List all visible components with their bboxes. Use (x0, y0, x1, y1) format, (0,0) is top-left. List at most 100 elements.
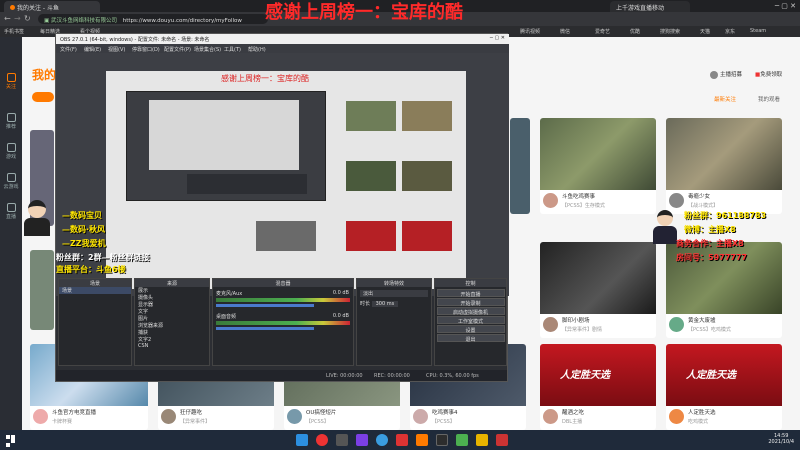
taskbar-app-icon[interactable] (436, 434, 448, 446)
avatar (543, 317, 558, 332)
volume-slider[interactable] (216, 304, 314, 307)
site-cert: 武汉斗鱼网络科技有限公司 (50, 18, 117, 24)
nav-label: 关注 (5, 84, 16, 90)
virtual-camera-button[interactable]: 启动虚拟摄像机 (436, 307, 505, 316)
stream-card[interactable]: 人定胜天选 人定胜天选 吃鸡模式 (666, 344, 782, 430)
sources-panel: 来源 展示 摄像头 显示器 文字 图片 浏览器来源 捕获 文字2 CSN (134, 278, 210, 366)
source-item[interactable]: 文字 (135, 308, 209, 315)
volume-slider[interactable] (216, 327, 314, 330)
bookmark-item[interactable]: 腾讯视频 (520, 28, 540, 35)
sources-header: 来源 (135, 279, 209, 287)
taskbar-app-icon[interactable] (316, 434, 328, 446)
anchor-recruit[interactable]: 主播招募 (710, 70, 742, 79)
studio-mode-button[interactable]: 工作室模式 (436, 316, 505, 325)
free-gift[interactable]: ■免费领取 (755, 70, 782, 78)
obs-window-controls[interactable]: ─ ▢ ✕ (490, 35, 505, 41)
stream-card[interactable]: 斗鱼吃鸡赛事【PCSS】生存模式 (540, 118, 656, 214)
duration-field[interactable]: 300 ms (371, 301, 399, 307)
bookmark-item[interactable]: 手机书签 (4, 28, 24, 35)
left-nav: 关注 推荐 游戏 云游戏 直播 (0, 37, 22, 430)
exit-button[interactable]: 退出 (436, 334, 505, 343)
stream-card[interactable] (30, 250, 54, 330)
transition-select[interactable]: 淡出 (360, 290, 428, 297)
windows-taskbar: 14:59 2021/10/4 (0, 430, 800, 450)
source-item[interactable]: 摄像头 (135, 294, 209, 301)
source-item[interactable]: 展示 (135, 287, 209, 294)
obs-statusbar: LIVE: 00:00:00 REC: 00:00:00 CPU: 0.3%, … (56, 370, 507, 381)
stream-card[interactable]: 脚印小剧场 【异常事件】剧情 (540, 242, 656, 338)
banner-text: 人定胜天选 (560, 370, 610, 381)
overlay-weibo: 微博：主播X8 (684, 225, 736, 234)
source-item[interactable]: 显示器 (135, 301, 209, 308)
source-item[interactable]: 图片 (135, 315, 209, 322)
bookmark-item[interactable]: Steam (750, 28, 766, 34)
scene-item[interactable]: 场景 (59, 287, 131, 294)
preview-canvas: 感谢上周榜一：宝库的酷 (106, 71, 466, 289)
start-recording-button[interactable]: 开始录制 (436, 298, 505, 307)
tab-latest-follow[interactable]: 最新关注 (714, 95, 736, 103)
menu-docks[interactable]: 停靠窗口(D) (132, 46, 160, 53)
card-meta: 醒酒之吃 DBL主播 (540, 406, 656, 430)
url-field[interactable]: ▣ 武汉斗鱼网络科技有限公司 https://www.douyu.com/dir… (38, 14, 268, 24)
menu-help[interactable]: 帮助(H) (248, 46, 266, 53)
stream-card[interactable]: 人定胜天选 醒酒之吃 DBL主播 (540, 344, 656, 430)
browser-tab-myfollow[interactable]: 我的关注 - 斗鱼 (4, 1, 100, 12)
taskbar-app-icon[interactable] (376, 434, 388, 446)
obs-title-text: OBS 27.0.1 (64-bit, windows) - 配置文件: 未命名… (60, 37, 210, 43)
settings-button[interactable]: 设置 (436, 325, 505, 334)
taskbar-clock[interactable]: 14:59 2021/10/4 (768, 433, 794, 445)
nav-item-recommend[interactable]: 推荐 (0, 109, 22, 135)
nav-item-cloudgame[interactable]: 云游戏 (0, 169, 22, 195)
taskbar-app-icon[interactable] (336, 434, 348, 446)
forward-icon[interactable]: → (14, 14, 21, 23)
taskbar-app-icon[interactable] (296, 434, 308, 446)
track-level: 0.0 dB (332, 313, 349, 319)
taskbar-app-icon[interactable] (456, 434, 468, 446)
mixer-header: 混音器 (213, 279, 353, 287)
card-subtitle: 【PCSS】生存模式 (562, 203, 605, 209)
taskbar-app-icon[interactable] (356, 434, 368, 446)
bookmark-item[interactable]: 搜狗搜索 (660, 28, 680, 35)
nav-item-live[interactable]: 直播 (0, 199, 22, 225)
bookmark-item[interactable]: 爱奇艺 (595, 28, 610, 35)
preview-thumb (346, 101, 396, 131)
cpu-status: CPU: 0.3%, 60.00 fps (426, 373, 479, 379)
bookmark-item[interactable]: 微信 (560, 28, 570, 35)
tab-history[interactable]: 我的观看 (758, 95, 780, 103)
menu-edit[interactable]: 编辑(E) (84, 46, 101, 53)
bookmark-item[interactable]: 天猫 (700, 28, 710, 35)
source-item[interactable]: CSN (135, 343, 209, 350)
overlay-left-line: 直播平台：斗鱼6楼 (56, 265, 126, 274)
bookmark-item[interactable]: 优酷 (630, 28, 640, 35)
stream-card[interactable]: 毒瘾少女 【战斗模式】 (666, 118, 782, 214)
mixer-track: 桌面音频 0.0 dB (213, 313, 353, 320)
browser-tab-2[interactable]: 上千游戏直播移动 (610, 1, 690, 12)
menu-view[interactable]: 视图(V) (108, 46, 125, 53)
filter-pill[interactable] (32, 92, 54, 102)
nested-mixer (187, 174, 307, 194)
windows-start-icon[interactable] (6, 435, 16, 447)
reload-icon[interactable]: ↻ (24, 14, 31, 23)
start-streaming-button[interactable]: 开始直播 (436, 289, 505, 298)
card-title: 黄金大废墟 (688, 318, 716, 324)
avatar (669, 193, 684, 208)
taskbar-app-icon[interactable] (496, 434, 508, 446)
menu-file[interactable]: 文件(F) (60, 46, 77, 53)
nav-item-follow[interactable]: 关注 (0, 69, 22, 95)
menu-scenecollection[interactable]: 场景集合(S) (194, 46, 221, 53)
nav-item-games[interactable]: 游戏 (0, 139, 22, 165)
menu-profile[interactable]: 配置文件(P) (164, 46, 191, 53)
taskbar-app-icon[interactable] (396, 434, 408, 446)
taskbar-app-icon[interactable] (416, 434, 428, 446)
back-icon[interactable]: ← (4, 14, 11, 23)
window-controls[interactable]: ─ ▢ ✕ (775, 2, 796, 10)
menu-tools[interactable]: 工具(T) (224, 46, 241, 53)
bookmark-item[interactable]: 京东 (725, 28, 735, 35)
source-item[interactable]: 文字2 (135, 336, 209, 343)
stream-card[interactable] (510, 118, 530, 214)
taskbar-app-icon[interactable] (476, 434, 488, 446)
source-item[interactable]: 浏览器来源 (135, 322, 209, 329)
scenes-header: 场景 (59, 279, 131, 287)
source-item[interactable]: 捕获 (135, 329, 209, 336)
card-title: 斗鱼吃鸡赛事 (562, 194, 596, 200)
